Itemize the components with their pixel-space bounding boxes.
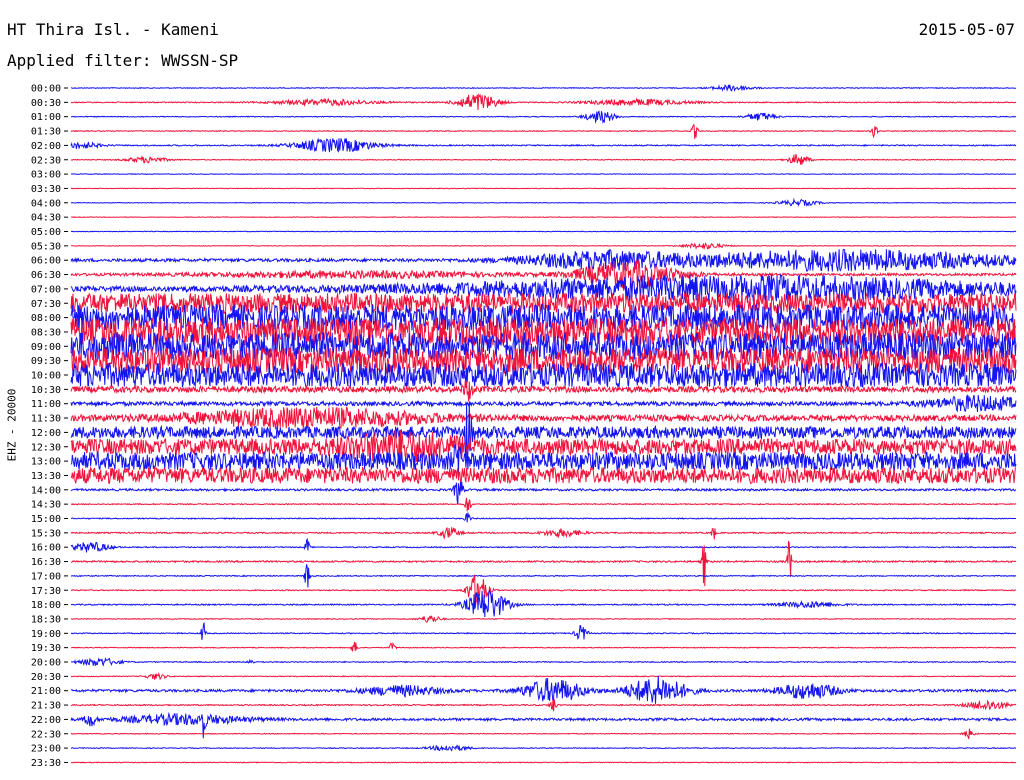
- time-tick-label: 16:30: [31, 557, 61, 568]
- seismic-trace: [70, 216, 1017, 219]
- seismic-trace: [70, 564, 1017, 588]
- seismic-trace: [70, 641, 1017, 652]
- seismic-trace: [70, 589, 1017, 618]
- time-tick-label: 15:30: [31, 528, 61, 539]
- time-tick-label: 12:30: [31, 442, 61, 453]
- seismic-trace: [70, 574, 1017, 608]
- seismic-trace: [71, 657, 1017, 667]
- time-tick-label: 00:00: [31, 84, 61, 95]
- time-tick-label: 08:30: [31, 327, 61, 338]
- time-tick-label: 06:30: [31, 270, 61, 281]
- seismic-trace: [70, 675, 1017, 704]
- seismic-trace: [70, 153, 1017, 165]
- seismic-trace: [70, 699, 1017, 712]
- time-tick-label: 03:00: [31, 170, 61, 181]
- time-tick-label: 14:00: [31, 485, 61, 496]
- seismic-trace: [71, 761, 1017, 764]
- seismic-trace: [70, 84, 1016, 93]
- time-tick-label: 20:00: [31, 658, 61, 669]
- time-tick-label: 20:30: [31, 672, 61, 683]
- seismic-trace: [70, 527, 1017, 541]
- time-tick-label: 01:30: [31, 127, 61, 138]
- time-tick-label: 06:00: [31, 256, 61, 267]
- seismic-trace: [70, 93, 1017, 111]
- time-tick-label: 18:00: [31, 600, 61, 611]
- time-tick-label: 05:00: [31, 227, 61, 238]
- time-tick-label: 10:30: [31, 385, 61, 396]
- seismic-trace: [70, 497, 1017, 512]
- seismic-trace: [70, 622, 1017, 640]
- time-tick-label: 21:30: [31, 701, 61, 712]
- time-tick-label: 03:30: [31, 184, 61, 195]
- seismic-trace: [70, 615, 1017, 623]
- time-tick-label: 07:00: [31, 284, 61, 295]
- helicorder-plot: 00:00 00:30 01:00 01:30 02:00 02:30 03:00 03:30…: [31, 84, 1017, 769]
- time-tick-label: 07:30: [31, 299, 61, 310]
- time-tick-label: 22:00: [31, 715, 61, 726]
- time-tick-label: 19:30: [31, 643, 61, 654]
- seismic-trace: [70, 394, 1017, 413]
- seismic-trace: [70, 465, 1017, 485]
- seismic-trace: [71, 110, 1017, 124]
- time-tick-label: 09:30: [31, 356, 61, 367]
- time-tick-label: 12:00: [31, 428, 61, 439]
- seismic-trace: [70, 728, 1016, 740]
- time-tick-label: 19:00: [31, 629, 61, 640]
- time-tick-label: 18:30: [31, 614, 61, 625]
- seismic-trace: [70, 173, 1017, 176]
- seismic-trace: [70, 241, 1017, 251]
- time-tick-label: 21:00: [31, 686, 61, 697]
- time-tick-label: 11:00: [31, 399, 61, 410]
- time-tick-label: 15:00: [31, 514, 61, 525]
- time-tick-label: 04:30: [31, 213, 61, 224]
- time-tick-label: 01:00: [31, 112, 61, 123]
- seismic-trace: [70, 230, 1017, 233]
- time-tick-label: 02:30: [31, 155, 61, 166]
- time-tick-label: 00:30: [31, 98, 61, 109]
- time-tick-label: 14:30: [31, 500, 61, 511]
- seismic-trace: [70, 187, 1017, 190]
- seismic-trace: [70, 671, 1017, 681]
- seismic-trace: [70, 248, 1017, 272]
- time-tick-label: 22:30: [31, 729, 61, 740]
- seismic-trace: [70, 137, 1017, 153]
- seismic-trace: [70, 744, 1016, 752]
- time-tick-label: 23:00: [31, 744, 61, 755]
- time-tick-label: 17:30: [31, 586, 61, 597]
- seismic-trace: [70, 512, 1016, 523]
- time-tick-label: 23:30: [31, 758, 61, 769]
- seismic-trace: [70, 197, 1017, 207]
- time-tick-label: 16:00: [31, 543, 61, 554]
- time-tick-label: 09:00: [31, 342, 61, 353]
- time-tick-label: 13:00: [31, 457, 61, 468]
- seismic-trace: [71, 540, 1017, 587]
- time-tick-label: 04:00: [31, 198, 61, 209]
- time-tick-label: 13:30: [31, 471, 61, 482]
- seismic-trace: [70, 123, 1017, 140]
- time-tick-label: 10:00: [31, 371, 61, 382]
- seismic-trace: [70, 537, 1017, 553]
- time-tick-label: 17:00: [31, 571, 61, 582]
- time-tick-label: 02:00: [31, 141, 61, 152]
- time-tick-label: 11:30: [31, 414, 61, 425]
- time-tick-label: 05:30: [31, 241, 61, 252]
- time-tick-label: 08:00: [31, 313, 61, 324]
- seismic-trace: [70, 481, 1017, 505]
